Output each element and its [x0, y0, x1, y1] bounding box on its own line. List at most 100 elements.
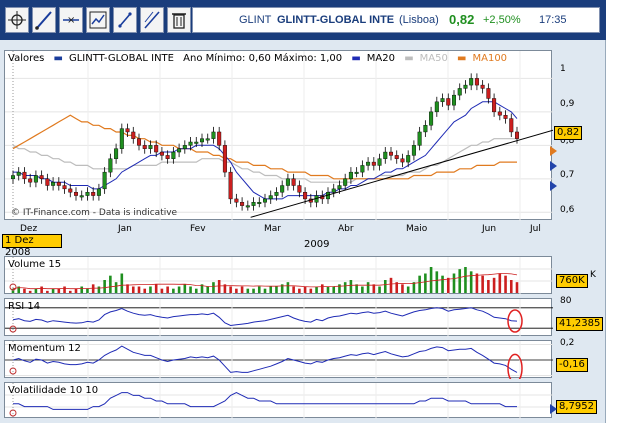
volume-bar [349, 280, 353, 293]
volume-panel[interactable]: Volume 15 [4, 256, 553, 295]
candle-body [228, 171, 233, 200]
volume-bar [275, 286, 278, 293]
candle-body [446, 98, 451, 106]
candle-body [245, 205, 250, 208]
candle-body [452, 94, 457, 106]
candle-body [257, 202, 262, 204]
volume-bar [269, 286, 273, 293]
volume-bar [435, 271, 439, 293]
candle-body [102, 171, 107, 190]
volume-bar [80, 286, 84, 293]
candle-body [131, 131, 136, 139]
momentum-panel[interactable]: Momentum 12 [4, 340, 553, 379]
year-label: 2009 [304, 239, 330, 250]
quote-exchange: (Lisboa) [399, 14, 439, 26]
candle-body [205, 138, 210, 141]
candle-body [515, 131, 520, 139]
range-text: Ano Mínimo: 0,60 Máximo: 1,00 [183, 53, 343, 64]
momentum-tick-top: 0,2 [560, 338, 575, 348]
volume-bar [194, 288, 198, 293]
volume-bar [372, 284, 376, 293]
x-tick: Abr [338, 224, 354, 234]
volume-bar [326, 286, 330, 293]
volume-bar [120, 273, 124, 293]
quote-change: +2,50% [483, 14, 521, 26]
volume-bar [332, 286, 336, 293]
y-tick: 0,9 [560, 99, 575, 109]
candle-body [457, 88, 462, 96]
quote-ticker: GLINT [239, 14, 272, 26]
y-tick: 1 [560, 64, 566, 74]
candle-body [68, 188, 73, 193]
x-tick: Maio [406, 224, 428, 234]
candle-body [377, 158, 382, 166]
volume-bar [51, 288, 55, 293]
delete-icon[interactable] [167, 7, 191, 33]
candle-body [463, 84, 468, 89]
price-panel[interactable]: Valores ▬ GLINTT-GLOBAL INTE Ano Mínimo: … [4, 50, 553, 221]
volume-bar [177, 286, 181, 293]
indicators-icon[interactable] [86, 7, 110, 33]
horizontal-line-icon[interactable]: × [59, 7, 83, 33]
volume-bar [23, 288, 26, 293]
volume-bar [206, 286, 210, 293]
volume-bar [343, 282, 347, 293]
price-chart[interactable] [5, 51, 553, 221]
candle-body [222, 145, 227, 173]
ma100-arrow-icon [550, 146, 557, 156]
quote-name: GLINTT-GLOBAL INTE [277, 14, 395, 26]
candle-body [366, 161, 371, 166]
candle-body [469, 78, 474, 86]
volatility-panel[interactable]: Volatilidade 10 10 [4, 382, 553, 419]
volume-bar [498, 273, 502, 293]
volume-bar [28, 290, 32, 293]
chart-frame: Valores ▬ GLINTT-GLOBAL INTE Ano Mínimo: … [0, 40, 606, 423]
crosshair-icon[interactable] [5, 7, 29, 33]
rsi-chart[interactable] [5, 299, 553, 337]
candle-body [383, 151, 388, 159]
volume-bar [315, 286, 318, 293]
candle-body [492, 98, 497, 113]
volume-bar [149, 286, 152, 293]
candle-body [85, 192, 90, 196]
volume-bar [166, 286, 169, 293]
volume-bar [97, 286, 101, 293]
x-tick: Jan [118, 224, 132, 234]
expand-icon[interactable] [113, 7, 137, 33]
ma50-label: MA50 [419, 53, 448, 64]
momentum-chart[interactable] [5, 341, 553, 379]
candle-body [411, 145, 416, 156]
trend-line-icon[interactable] [140, 7, 164, 33]
volatility-tag: 8,7952 [556, 400, 597, 414]
draw-line-icon[interactable] [32, 7, 56, 33]
volume-bar [103, 280, 106, 293]
x-tick: Fev [190, 224, 206, 234]
candle-body [509, 118, 514, 133]
candle-body [497, 111, 502, 116]
volume-bar [34, 288, 38, 293]
candle-body [234, 198, 239, 203]
volume-bar [183, 284, 187, 293]
date-tag: 1 Dez 2008 [2, 234, 62, 258]
quote-price: 0,82 [449, 12, 475, 27]
quote-time: 17:35 [539, 14, 567, 26]
volume-bar [257, 286, 261, 293]
volume-bar [458, 269, 462, 293]
candle-body [22, 171, 27, 180]
candle-body [440, 98, 445, 103]
volume-bar [131, 286, 135, 293]
rsi-label: RSI 14 [8, 301, 41, 312]
rsi-panel[interactable]: RSI 14 [4, 298, 553, 337]
volume-bar [86, 288, 89, 293]
volume-bar [401, 284, 404, 293]
ma50-arrow-icon [550, 181, 557, 191]
candle-body [16, 171, 21, 176]
volume-bar [189, 286, 192, 293]
price-tag: 0,82 [554, 126, 583, 140]
candle-body [148, 145, 153, 149]
volume-bar [509, 280, 513, 293]
volume-chart[interactable] [5, 257, 553, 295]
volume-bar [143, 288, 147, 293]
x-tick: Dez [20, 224, 38, 234]
volume-bar [298, 288, 301, 293]
